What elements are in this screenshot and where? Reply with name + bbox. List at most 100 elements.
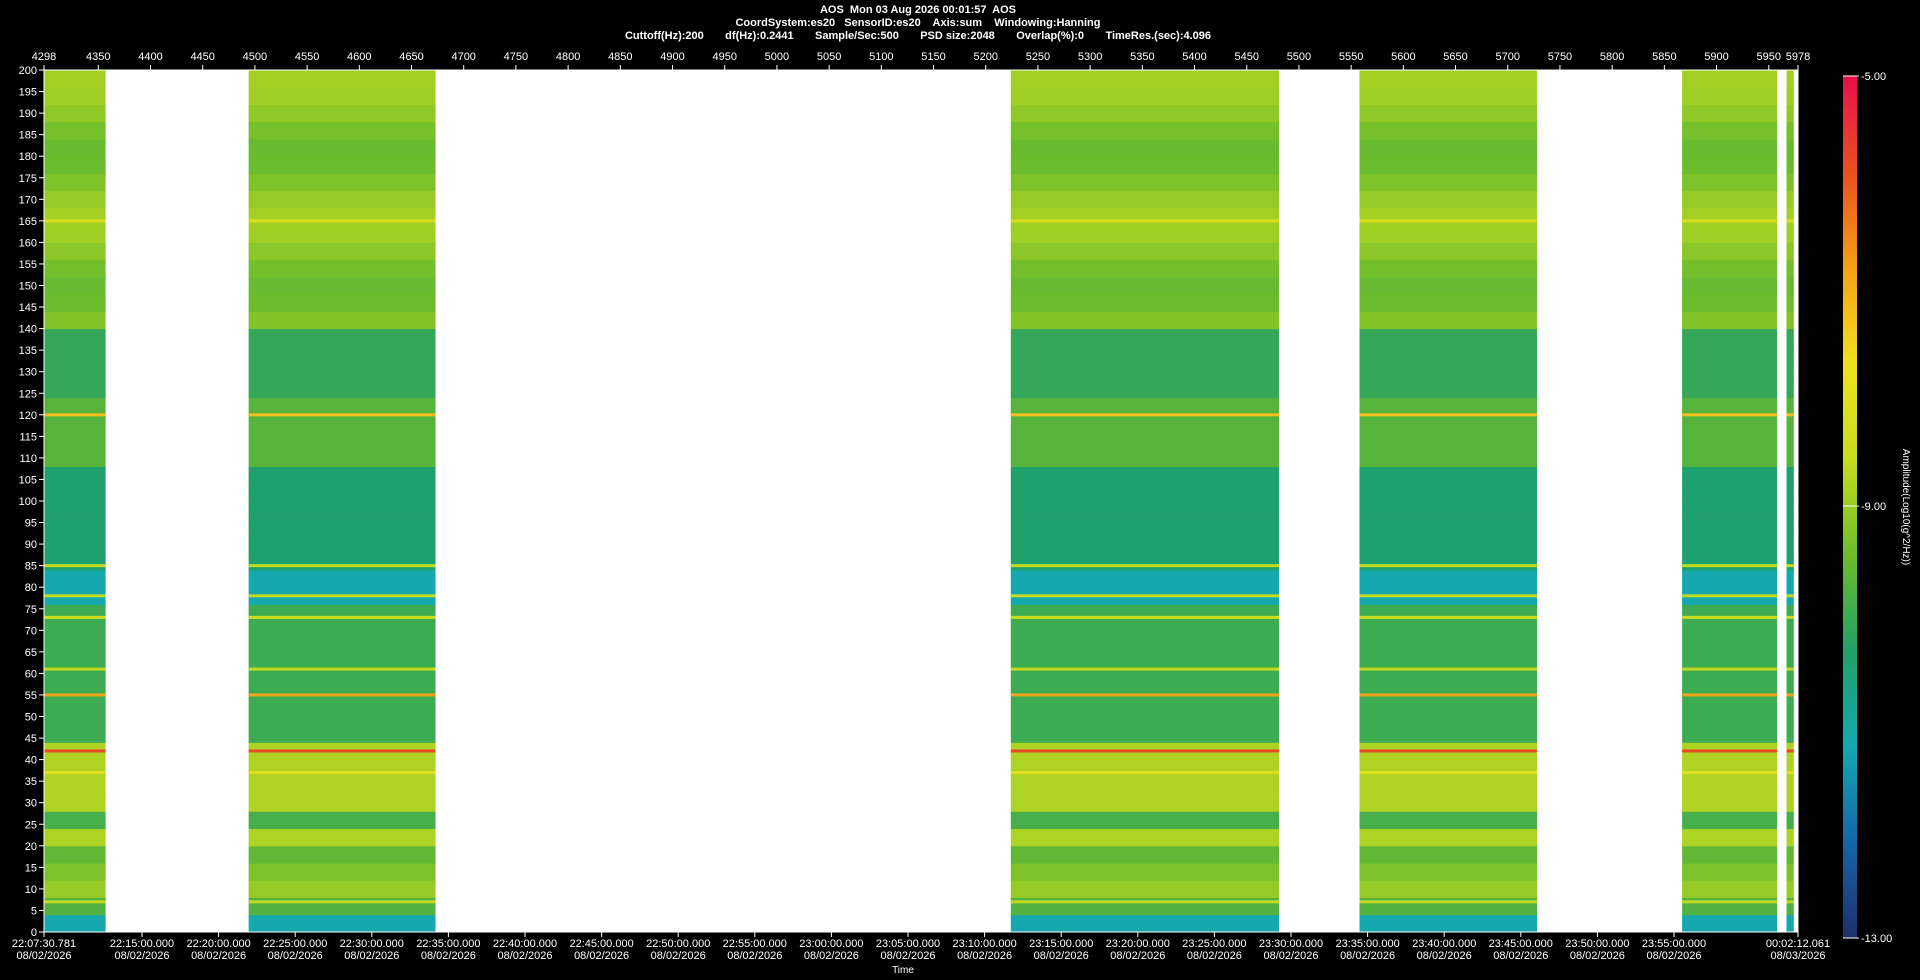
spectral-band [1786,87,1794,105]
top-tick-label: 5978 [1786,51,1810,63]
spectral-line-165hz [1682,219,1778,223]
spectral-band [44,432,106,450]
y-tick-label: 50 [25,712,37,724]
y-tick-label: 10 [25,884,37,896]
spectral-band [44,276,106,295]
spectral-band [44,552,106,571]
spectral-band [1010,914,1280,933]
spectral-band [1682,845,1778,864]
spectral-band [1682,259,1778,278]
bottom-tick-time: 23:45:00.000 [1489,938,1553,950]
y-tick-label: 170 [19,194,37,206]
bottom-tick-time: 23:50:00.000 [1565,938,1629,950]
data-segment-1 [248,70,436,933]
spectral-line-37hz [44,771,106,775]
spectral-band [1010,518,1280,536]
spectral-band [1682,707,1778,726]
spectral-band [248,173,436,192]
spectral-line-42hz [248,749,436,753]
spectral-line-85hz [1359,564,1537,568]
spectrogram-chart: 4298 4350 4400 4450 4500 4550 4600 4650 4700 4750… [12,51,1911,976]
spectral-band [1682,914,1778,933]
spectral-line-73hz [248,615,436,619]
spectral-band [1786,173,1794,192]
colorbar-label: Amplitude(Log10(g^2/Hz)) [1900,449,1911,565]
top-tick-label: 4400 [138,51,162,63]
spectral-line-61hz [1359,667,1537,671]
spectral-band [44,535,106,554]
bottom-tick-time: 23:00:00.000 [799,938,863,950]
spectral-band [1786,621,1794,640]
bottom-tick-date: 08/02/2026 [880,950,935,962]
spectral-band [1359,501,1537,519]
bottom-tick-date: 08/02/2026 [727,950,782,962]
spectral-line-55hz [1682,693,1778,697]
spectral-band [1359,173,1537,192]
spectral-band [1682,104,1778,123]
spectral-band [1010,70,1280,88]
top-tick-label: 5650 [1443,51,1467,63]
y-tick-label: 25 [25,819,37,831]
bottom-tick-date: 08/02/2026 [1187,950,1242,962]
spectral-band [1010,259,1280,278]
spectral-line-7hz [44,900,106,904]
bottom-tick-time: 22:30:00.000 [340,938,404,950]
y-tick-label: 35 [25,776,37,788]
spectral-band [1359,914,1537,933]
spectral-band [1682,897,1778,916]
spectral-band [1359,535,1537,554]
spectral-band [1682,207,1778,226]
spectral-band [1010,552,1280,571]
spectral-band [1786,811,1794,830]
spectral-band [1786,207,1794,226]
spectral-line-120hz [1359,413,1537,417]
spectral-band [1010,828,1280,847]
spectral-line-78hz [1010,594,1280,598]
bottom-tick-date: 08/02/2026 [1570,950,1625,962]
spectral-line-7hz [1359,900,1537,904]
spectral-band [44,380,106,399]
y-tick-label: 140 [19,324,37,336]
bottom-tick-date: 08/02/2026 [1417,950,1472,962]
spectral-line-78hz [248,594,436,598]
top-tick-label: 4350 [86,51,110,63]
bottom-tick-time: 23:10:00.000 [952,938,1016,950]
spectral-band [248,811,436,830]
spectral-band [1359,138,1537,157]
spectral-line-85hz [248,564,436,568]
y-tick-label: 165 [19,216,37,228]
spectral-band [44,604,106,623]
spectral-band [1786,104,1794,123]
spectral-band [44,121,106,140]
spectral-band [44,207,106,226]
bottom-tick-date: 08/02/2026 [1034,950,1089,962]
bottom-tick-time: 22:15:00.000 [110,938,174,950]
spectral-band [44,70,106,88]
data-segment-4 [1682,70,1778,933]
spectral-band [248,518,436,536]
spectral-band [248,207,436,226]
y-tick-label: 155 [19,259,37,271]
spectral-band [248,501,436,519]
spectral-line-61hz [44,667,106,671]
spectral-band [248,794,436,812]
spectral-line-165hz [248,219,436,223]
bottom-tick-date: 08/02/2026 [114,950,169,962]
top-tick-label: 5950 [1757,51,1781,63]
bottom-tick-time: 23:05:00.000 [876,938,940,950]
spectral-line-61hz [248,667,436,671]
y-tick-label: 185 [19,130,37,142]
spectral-band [44,759,106,778]
bottom-tick-time: 23:30:00.000 [1259,938,1323,950]
spectral-band [248,552,436,571]
spectral-band [44,638,106,657]
spectral-band [1010,449,1280,468]
spectral-band [1786,156,1794,174]
spectral-band [1010,432,1280,450]
spectral-band [1010,673,1280,692]
spectral-band [1359,156,1537,174]
spectral-band [248,604,436,623]
spectral-band [1682,863,1778,881]
spectral-band [1359,673,1537,692]
bottom-tick-date: 08/02/2026 [344,950,399,962]
